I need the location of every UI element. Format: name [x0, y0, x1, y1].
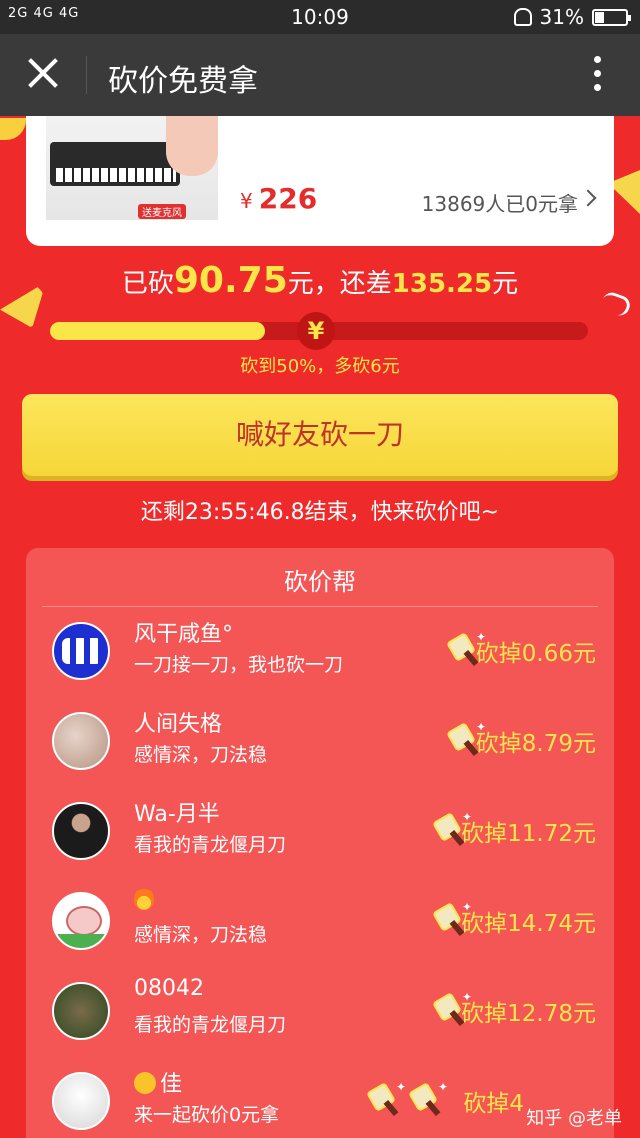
remain-amount: 135.25 [391, 269, 493, 299]
helper-message: 看我的青龙偃月刀 [134, 834, 287, 856]
knife-icon: ✦ [407, 1080, 448, 1117]
chevron-right-icon[interactable] [579, 189, 597, 207]
product-image: 送麦克风 [46, 116, 218, 220]
price-symbol: ¥ [240, 189, 253, 213]
helper-name: 风干咸鱼° [134, 622, 234, 647]
helpers-panel: 砍价帮 风干咸鱼° 一刀接一刀，我也砍一刀 ✦ 砍掉0.66元 人间失格 感情深… [26, 548, 614, 1138]
avatar[interactable] [52, 712, 110, 770]
progress-tip: 砍到50%，多砍6元 [240, 356, 400, 377]
avatar[interactable] [52, 982, 110, 1040]
helper-name: 佳 [134, 1066, 182, 1098]
helper-message: 一刀接一刀，我也砍一刀 [134, 654, 344, 676]
cut-unit: 元， [287, 269, 340, 299]
knife-icon: ✦ [365, 1080, 406, 1117]
product-image-caption: 送麦克风 [138, 204, 186, 219]
helper-name: 人间失格 [134, 712, 223, 737]
nav-bar: 砍价免费拿 [0, 34, 640, 116]
avatar[interactable] [52, 622, 110, 680]
nav-divider [86, 56, 87, 94]
cut-amount-label: 砍掉11.72元 [461, 821, 596, 847]
list-item[interactable]: Wa-月半 看我的青龙偃月刀 ✦ 砍掉11.72元 [26, 802, 614, 892]
countdown-text: 还剩23:55:46.8结束，快来砍价吧~ [140, 500, 500, 525]
invite-friend-button[interactable]: 喊好友砍一刀 [22, 394, 618, 476]
product-card[interactable]: 送麦克风 ¥226 13869人已0元拿 [26, 116, 614, 246]
cut-amount-label: 砍掉4 [463, 1091, 524, 1117]
bell-muted-icon [513, 8, 532, 26]
progress-bar: ¥ [50, 312, 588, 350]
watermark: 知乎 @老单 [526, 1108, 622, 1129]
helper-message: 感情深，刀法稳 [134, 924, 268, 946]
coin-decoration [0, 118, 26, 140]
status-bar: 2G 4G 4G 10:09 31% [0, 0, 640, 34]
smiling-cat-emoji-icon [134, 1072, 156, 1094]
helper-name: 08042 [134, 976, 204, 1001]
cut-amount-label: 砍掉0.66元 [475, 641, 596, 667]
taken-count: 13869人已0元拿 [421, 192, 578, 216]
avatar[interactable] [52, 892, 110, 950]
helper-message: 感情深，刀法稳 [134, 744, 268, 766]
cut-amount-label: 砍掉8.79元 [475, 731, 596, 757]
avatar[interactable] [52, 1072, 110, 1130]
battery-icon [592, 8, 631, 26]
remain-prefix: 还差 [339, 269, 392, 299]
child-graphic [166, 116, 218, 176]
battery-percent: 31% [539, 5, 584, 29]
helpers-divider [42, 606, 598, 607]
more-options-icon[interactable] [594, 56, 602, 96]
helper-message: 来一起砍价0元拿 [134, 1104, 280, 1126]
list-item[interactable]: 08042 看我的青龙偃月刀 ✦ 砍掉12.78元 [26, 976, 614, 1072]
fire-icon [134, 886, 154, 910]
yen-knob-icon: ¥ [297, 312, 335, 350]
progress-bar-fill [50, 322, 265, 340]
cut-amount: 90.75 [173, 260, 288, 301]
close-icon[interactable] [22, 52, 64, 94]
page-title: 砍价免费拿 [108, 64, 258, 99]
helper-name [134, 886, 154, 916]
cut-progress-summary: 已砍90.75元，还差135.25元 [0, 260, 640, 301]
avatar[interactable] [52, 802, 110, 860]
cut-amount-label: 砍掉12.78元 [461, 1001, 596, 1027]
price-value: 226 [258, 182, 318, 215]
helper-name: Wa-月半 [134, 802, 220, 827]
helpers-title: 砍价帮 [284, 568, 356, 596]
status-right: 31% [513, 5, 631, 29]
product-price: ¥226 [240, 182, 317, 215]
cut-amount-label: 砍掉14.74元 [461, 911, 596, 937]
list-item[interactable]: 风干咸鱼° 一刀接一刀，我也砍一刀 ✦ 砍掉0.66元 [26, 622, 614, 712]
keyboard-keys [56, 168, 176, 182]
list-item[interactable]: 感情深，刀法稳 ✦ 砍掉14.74元 [26, 886, 614, 982]
list-item[interactable]: 人间失格 感情深，刀法稳 ✦ 砍掉8.79元 [26, 712, 614, 802]
helper-message: 看我的青龙偃月刀 [134, 1014, 287, 1036]
cut-prefix: 已砍 [121, 269, 174, 299]
remain-unit: 元 [492, 269, 519, 299]
